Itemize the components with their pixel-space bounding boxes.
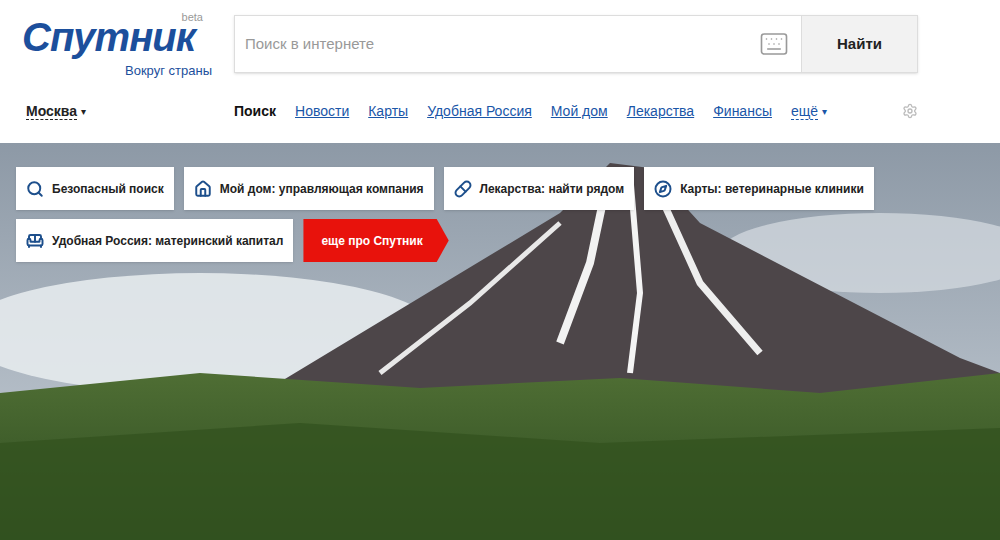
shortcut-label: Удобная Россия: материнский капитал: [52, 232, 283, 250]
beta-badge: beta: [182, 9, 203, 26]
more-arrow[interactable]: ▾: [822, 104, 827, 119]
shortcut-card[interactable]: Мой дом: управляющая компания: [184, 167, 434, 210]
sofa-icon: [26, 232, 44, 250]
search-button[interactable]: Найти: [801, 16, 917, 72]
page: СпутникbetaВокруг страныНайтиМосква▾Поис…: [0, 0, 1000, 540]
search-input[interactable]: [245, 33, 759, 56]
nav-bar: Москва ▾ Поиск Новости Карты Удобная Россия Мо…: [0, 101, 1000, 122]
pill-icon: [454, 180, 472, 198]
region-selector[interactable]: Москва: [26, 103, 77, 120]
shortcut-label: Лекарства: найти рядом: [480, 180, 625, 198]
logo-subtitle: Вокруг страны: [125, 61, 212, 81]
shortcut-label: Карты: ветеринарные клиники: [680, 180, 864, 198]
gear-icon[interactable]: [902, 103, 918, 119]
logo[interactable]: СпутникbetaВокруг страны: [0, 15, 234, 81]
logo-title: Спутник: [22, 15, 195, 59]
nav-link[interactable]: Поиск: [234, 101, 276, 122]
compass-icon: [654, 180, 672, 198]
hero: Безопасный поиск Мой дом: управляющая ком…: [0, 143, 1000, 540]
region-arrow[interactable]: ▾: [81, 104, 86, 119]
more-link[interactable]: ещё: [791, 103, 818, 120]
shortcut-label: Мой дом: управляющая компания: [220, 180, 424, 198]
shortcut-card[interactable]: Карты: ветеринарные клиники: [644, 167, 874, 210]
keyboard-icon[interactable]: [759, 29, 789, 59]
nav-link[interactable]: Удобная Россия: [427, 101, 532, 122]
nav-link[interactable]: Финансы: [713, 101, 772, 122]
nav-link[interactable]: Новости: [295, 101, 349, 122]
nav-link[interactable]: Лекарства: [627, 101, 694, 122]
shortcut-card[interactable]: Лекарства: найти рядом: [444, 167, 635, 210]
search-icon: [26, 180, 44, 198]
house-icon: [194, 180, 212, 198]
promo-button[interactable]: еще про Спутник: [303, 219, 448, 262]
promo-label: еще про Спутник: [321, 232, 422, 250]
shortcut-label: Безопасный поиск: [52, 180, 164, 198]
header: СпутникbetaВокруг страныНайтиМосква▾Поис…: [0, 0, 1000, 143]
nav-link[interactable]: Мой дом: [551, 101, 608, 122]
nav-link[interactable]: Карты: [368, 101, 408, 122]
shortcut-card[interactable]: Удобная Россия: материнский капитал: [16, 219, 293, 262]
search-box: Найти: [234, 15, 918, 73]
shortcut-card[interactable]: Безопасный поиск: [16, 167, 174, 210]
